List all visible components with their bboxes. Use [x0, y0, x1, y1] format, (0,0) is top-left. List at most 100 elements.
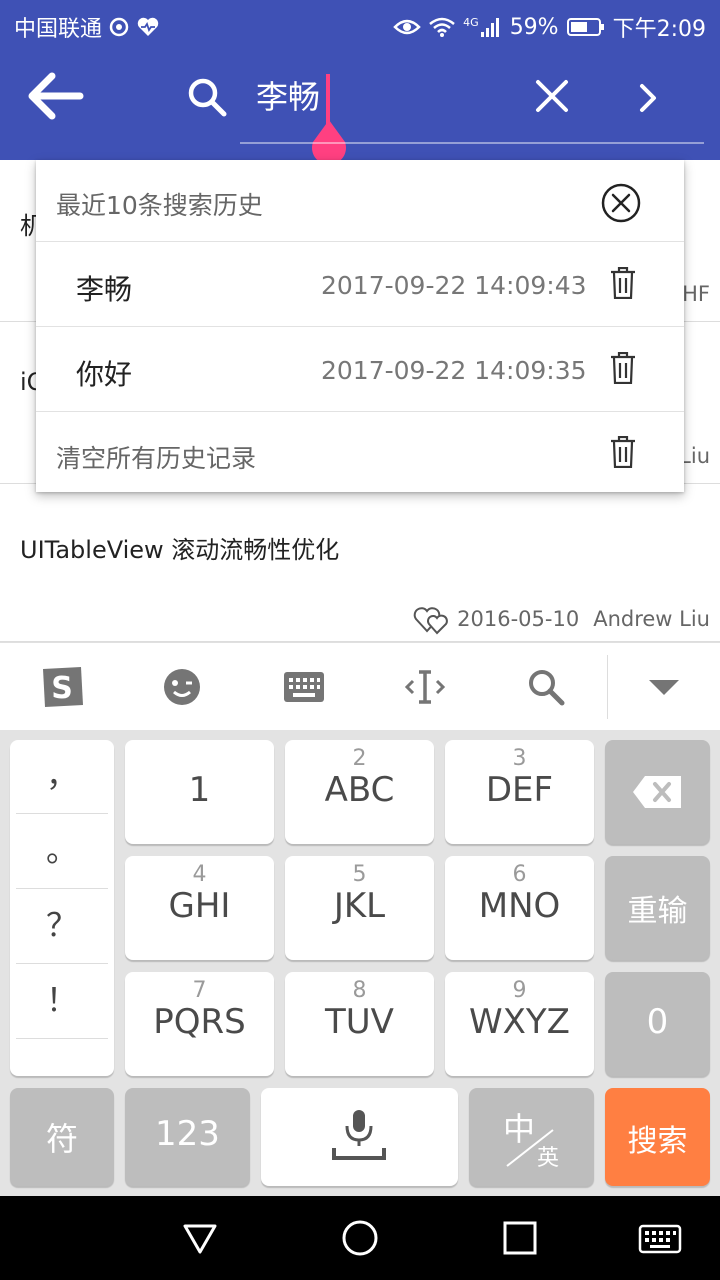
keyboard-toolbar: S	[0, 642, 720, 730]
numbers-key[interactable]: 123	[125, 1088, 250, 1186]
article-title: UITableView 滚动流畅性优化	[20, 536, 340, 564]
punct-key-period[interactable]: 。	[16, 815, 108, 889]
key-sub-label: 8	[352, 978, 367, 1003]
punct-key-comma[interactable]: ，	[16, 740, 108, 814]
key-sub-label: 7	[192, 978, 207, 1003]
article-date: 2016-05-10	[457, 607, 580, 631]
article-author: Andrew Liu	[593, 607, 710, 631]
key-9[interactable]: 9 WXYZ	[445, 972, 594, 1076]
key-main-label: WXYZ	[469, 1002, 570, 1042]
favorite-hearts-icon[interactable]	[413, 603, 451, 635]
keyboard-search-icon[interactable]	[521, 663, 571, 711]
key-sub-label: 6	[512, 862, 527, 887]
nav-recents-icon[interactable]	[500, 1218, 540, 1258]
reenter-key[interactable]: 重输	[605, 856, 710, 960]
keyboard-icon[interactable]	[279, 663, 329, 711]
cursor-move-icon[interactable]	[400, 663, 450, 711]
search-key[interactable]: 搜索	[605, 1088, 710, 1186]
history-item[interactable]: 你好 2017-09-22 14:09:35	[36, 327, 684, 412]
emoji-icon[interactable]	[157, 663, 207, 711]
search-key-label: 搜索	[627, 1124, 688, 1159]
key-sub-label: 2	[352, 746, 367, 771]
language-switch-key[interactable]: 中 英	[469, 1088, 594, 1186]
t9-keyboard: ， 。 ？ ！ 1 2 ABC 3 DEF 4 GHI 5 JKL 6 MNO …	[0, 730, 720, 1196]
punct-key-exclaim[interactable]: ！	[16, 965, 108, 1039]
key-2[interactable]: 2 ABC	[285, 740, 434, 844]
trash-icon[interactable]	[610, 267, 636, 299]
list-item[interactable]: UITableView 滚动流畅性优化 2016-05-10 Andrew Li…	[0, 484, 720, 642]
key-main-label: JKL	[333, 886, 386, 926]
nav-keyboard-icon[interactable]	[638, 1218, 682, 1258]
status-bar: 中国联通 4G 59% 下午2:09	[0, 0, 720, 50]
backspace-key[interactable]	[605, 740, 710, 844]
key-sub-label: 4	[192, 862, 207, 887]
key-sub-label: 5	[352, 862, 367, 887]
history-time: 2017-09-22 14:09:35	[321, 356, 587, 385]
nav-back-icon[interactable]	[180, 1218, 220, 1258]
key-1[interactable]: 1	[125, 740, 274, 844]
collapse-icon[interactable]	[639, 663, 689, 711]
health-heart-icon	[137, 17, 159, 36]
trash-icon[interactable]	[610, 352, 636, 384]
history-item[interactable]: 李畅 2017-09-22 14:09:43	[36, 242, 684, 327]
search-input[interactable]: 李畅	[256, 76, 320, 118]
key-6[interactable]: 6 MNO	[445, 856, 594, 960]
text-cursor	[326, 74, 330, 126]
key-main-label: 1	[188, 770, 211, 810]
key-7[interactable]: 7 PQRS	[125, 972, 274, 1076]
zero-label: 0	[646, 1002, 669, 1042]
network-type-label: 4G	[463, 16, 479, 29]
symbols-key[interactable]: 符	[10, 1088, 114, 1186]
key-sub-label: 3	[512, 746, 527, 771]
chevron-right-icon[interactable]	[632, 76, 664, 120]
sogou-logo-icon[interactable]: S	[36, 663, 88, 711]
close-circle-icon[interactable]	[600, 182, 642, 224]
numbers-label: 123	[155, 1114, 220, 1154]
article-author: HF	[682, 282, 710, 306]
space-voice-key[interactable]	[261, 1088, 458, 1186]
key-5[interactable]: 5 JKL	[285, 856, 434, 960]
key-main-label: ABC	[324, 770, 395, 810]
key-main-label: PQRS	[153, 1002, 246, 1042]
toolbar-divider	[607, 655, 608, 719]
key-4[interactable]: 4 GHI	[125, 856, 274, 960]
eye-comfort-icon	[393, 19, 421, 35]
reenter-label: 重输	[627, 894, 688, 929]
clear-history-label: 清空所有历史记录	[56, 444, 257, 473]
battery-percent: 59%	[509, 14, 559, 40]
wifi-icon	[429, 17, 455, 37]
key-3[interactable]: 3 DEF	[445, 740, 594, 844]
battery-icon	[566, 18, 604, 36]
sync-icon	[109, 17, 129, 37]
key-8[interactable]: 8 TUV	[285, 972, 434, 1076]
backspace-icon	[633, 776, 681, 808]
history-title: 最近10条搜索历史	[56, 191, 263, 220]
back-arrow-icon[interactable]	[24, 70, 88, 122]
clear-history-row[interactable]: 清空所有历史记录	[36, 412, 684, 492]
search-icon	[188, 78, 227, 117]
clock: 下午2:09	[612, 17, 706, 42]
trash-icon[interactable]	[610, 436, 636, 468]
lang-en-label: 英	[537, 1146, 560, 1171]
punct-key-question[interactable]: ？	[16, 890, 108, 964]
history-time: 2017-09-22 14:09:43	[321, 271, 587, 300]
nav-home-icon[interactable]	[340, 1218, 380, 1258]
clear-icon[interactable]	[532, 74, 572, 118]
history-term: 李畅	[76, 273, 133, 306]
navigation-bar	[0, 1196, 720, 1280]
signal-icon: 4G	[463, 16, 502, 38]
key-main-label: DEF	[485, 770, 554, 810]
key-main-label: GHI	[168, 886, 231, 926]
history-header: 最近10条搜索历史	[36, 160, 684, 242]
microphone-icon	[332, 1110, 386, 1160]
key-sub-label: 9	[512, 978, 527, 1003]
search-app-bar: 李畅	[0, 50, 720, 165]
key-main-label: MNO	[478, 886, 561, 926]
zero-key[interactable]: 0	[605, 972, 710, 1076]
svg-text:S: S	[51, 671, 73, 706]
search-underline	[240, 142, 704, 144]
key-main-label: TUV	[325, 1002, 394, 1042]
punctuation-column: ， 。 ？ ！	[10, 740, 114, 1076]
search-history-dropdown: 最近10条搜索历史 李畅 2017-09-22 14:09:43 你好 2017…	[36, 160, 684, 492]
history-term: 你好	[76, 358, 133, 391]
